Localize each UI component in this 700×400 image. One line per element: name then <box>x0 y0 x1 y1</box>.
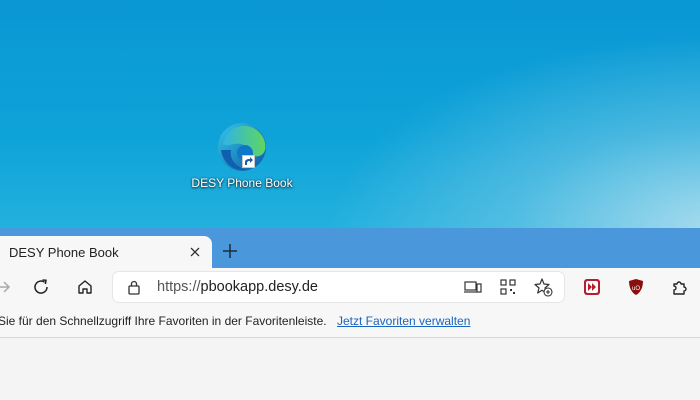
refresh-icon <box>34 279 48 294</box>
device-icon <box>464 281 482 293</box>
new-tab-button[interactable] <box>219 240 241 262</box>
extensions-button[interactable] <box>668 275 692 299</box>
page-content <box>0 338 700 400</box>
url-text[interactable]: https://pbookapp.desy.de <box>157 279 318 295</box>
puzzle-icon <box>673 281 687 295</box>
refresh-button[interactable] <box>29 275 53 299</box>
qr-code-button[interactable] <box>498 277 518 297</box>
star-add-icon <box>534 278 553 297</box>
svg-text:uO: uO <box>632 286 640 292</box>
ublock-button[interactable]: uO <box>624 275 648 299</box>
desktop-background: DESY Phone Book <box>0 0 700 228</box>
browser-toolbar: https://pbookapp.desy.de uO <box>0 268 700 306</box>
tab-title: DESY Phone Book <box>9 245 119 260</box>
address-bar[interactable]: https://pbookapp.desy.de <box>113 272 564 302</box>
fast-forward-icon <box>584 279 600 295</box>
favorites-bar: Sie für den Schnellzugriff Ihre Favorite… <box>0 306 700 338</box>
qr-code-icon <box>500 279 516 295</box>
tab-bar: DESY Phone Book <box>0 228 700 268</box>
app-available-button[interactable] <box>463 277 483 297</box>
manage-favorites-link[interactable]: Jetzt Favoriten verwalten <box>337 314 470 328</box>
home-icon <box>78 280 92 294</box>
extension-red-button[interactable] <box>580 275 604 299</box>
desktop-shortcut[interactable]: DESY Phone Book <box>190 120 294 194</box>
close-icon <box>190 247 200 257</box>
favorites-bar-message: Sie für den Schnellzugriff Ihre Favorite… <box>0 314 327 328</box>
forward-button[interactable] <box>0 275 15 299</box>
ublock-shield-icon: uO <box>629 279 643 295</box>
shortcut-arrow-icon <box>242 155 255 168</box>
tab-desy-phone-book[interactable]: DESY Phone Book <box>0 236 212 268</box>
arrow-right-icon <box>0 281 11 293</box>
add-favorite-button[interactable] <box>533 277 553 297</box>
home-button[interactable] <box>73 275 97 299</box>
shortcut-label: DESY Phone Book <box>191 176 293 190</box>
lock-icon[interactable] <box>127 279 141 300</box>
close-tab-button[interactable] <box>186 243 204 261</box>
plus-icon <box>223 244 237 258</box>
